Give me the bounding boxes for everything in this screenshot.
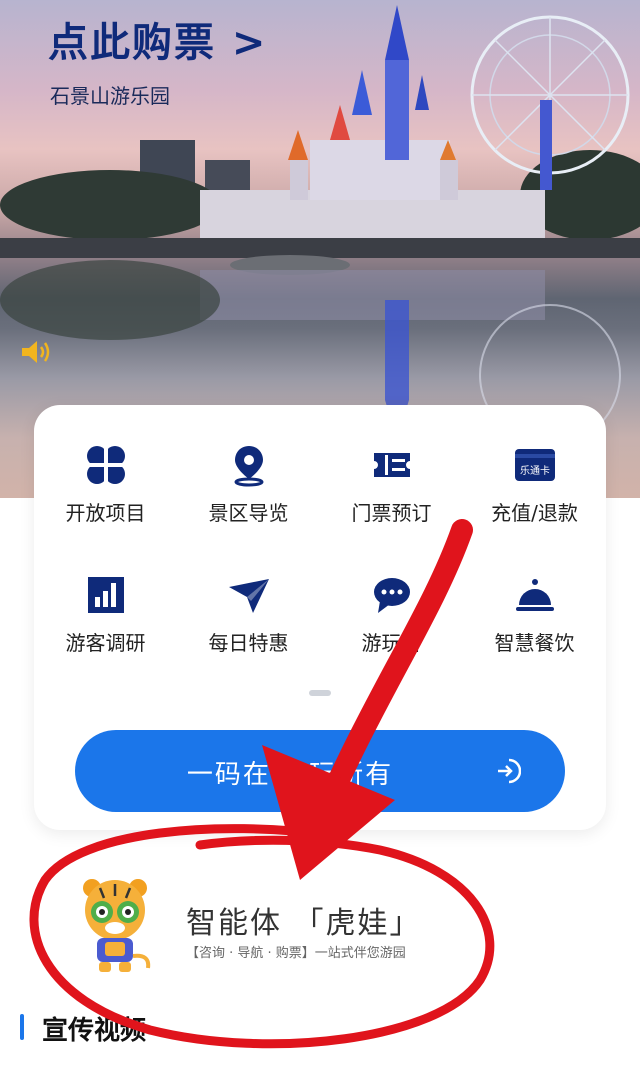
- four-petal-icon: [86, 446, 125, 484]
- page-indicator: [309, 690, 331, 696]
- menu-item-smart-dining[interactable]: 智慧餐饮: [463, 573, 606, 673]
- chat-bubble-icon: [373, 578, 410, 613]
- one-code-button-label: 一码在手 玩所有: [186, 760, 394, 790]
- agent-title[interactable]: 智能体 「虎娃」: [186, 898, 422, 942]
- menu-item-daily-deals[interactable]: 每日特惠: [177, 573, 320, 673]
- one-code-button[interactable]: 一码在手 玩所有: [75, 730, 565, 812]
- speaker-icon[interactable]: [20, 338, 54, 366]
- paper-plane-icon: [228, 579, 269, 613]
- svg-text:乐通卡: 乐通卡: [520, 464, 550, 477]
- quick-menu-card: 开放项目 景区导览 门票预订 乐通卡 充值/退款 游客调研 每日特惠 游玩咨 智…: [34, 405, 606, 830]
- menu-item-play-consult[interactable]: 游玩咨: [320, 573, 463, 673]
- menu-item-ticket-booking[interactable]: 门票预订: [320, 443, 463, 543]
- menu-item-label: 门票预订: [351, 501, 432, 525]
- ticket-icon: [373, 453, 410, 477]
- tiger-mascot-avatar[interactable]: [70, 876, 160, 976]
- menu-item-label: 景区导览: [208, 501, 289, 525]
- menu-item-visitor-survey[interactable]: 游客调研: [34, 573, 177, 673]
- menu-item-label: 每日特惠: [208, 631, 289, 655]
- menu-item-open-attractions[interactable]: 开放项目: [34, 443, 177, 543]
- location-pin-icon: [234, 446, 263, 487]
- menu-item-scenic-guide[interactable]: 景区导览: [177, 443, 320, 543]
- agent-subtitle: 【咨询 · 导航 · 购票】一站式伴您游园: [186, 946, 406, 961]
- menu-item-label: 游客调研: [65, 631, 146, 655]
- section-accent-bar: [20, 1014, 24, 1040]
- cloche-icon: [515, 579, 554, 611]
- section-title: 宣传视频: [42, 1016, 147, 1046]
- bar-chart-icon: [87, 577, 124, 613]
- menu-item-recharge-refund[interactable]: 乐通卡 充值/退款: [463, 443, 606, 543]
- menu-item-label: 智慧餐饮: [494, 631, 575, 655]
- menu-item-label: 开放项目: [65, 501, 146, 525]
- buy-ticket-title[interactable]: 点此购票 >: [48, 10, 267, 68]
- menu-item-label: 充值/退款: [491, 501, 578, 525]
- login-arrow-icon: [498, 758, 521, 784]
- menu-item-label: 游玩咨: [361, 631, 422, 655]
- park-name: 石景山游乐园: [50, 84, 170, 108]
- card-icon: 乐通卡: [514, 449, 555, 481]
